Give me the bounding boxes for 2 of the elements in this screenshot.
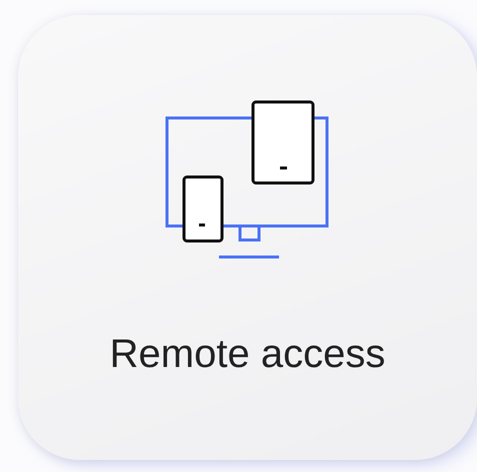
tile-label: Remote access [110,332,386,376]
remote-access-tile[interactable]: Remote access [18,15,477,460]
